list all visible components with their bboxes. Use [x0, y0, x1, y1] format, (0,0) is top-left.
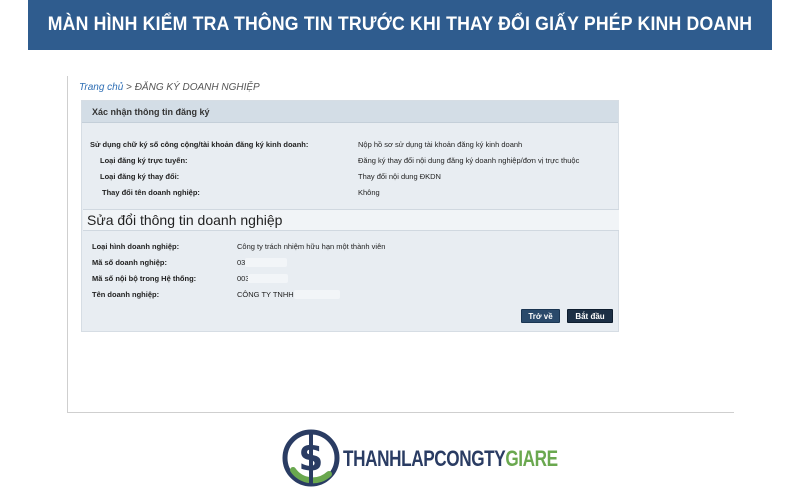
breadcrumb: Trang chủ > ĐĂNG KÝ DOANH NGHIỆP	[79, 82, 260, 93]
back-button[interactable]: Trở về	[521, 309, 560, 323]
breadcrumb-home-link[interactable]: Trang chủ	[79, 82, 123, 93]
start-button[interactable]: Bắt đầu	[567, 309, 613, 323]
row-value: Thay đổi nội dung ĐKDN	[358, 172, 441, 181]
row-label: Thay đổi tên doanh nghiệp:	[102, 188, 200, 197]
redaction-mark	[294, 290, 340, 299]
row-label: Mã số nội bộ trong Hệ thống:	[92, 274, 197, 283]
row-label: Mã số doanh nghiệp:	[92, 258, 167, 267]
redaction-mark	[248, 274, 288, 283]
row-label: Loại đăng ký trực tuyến:	[100, 156, 188, 165]
row-label: Loại hình doanh nghiệp:	[92, 242, 180, 251]
redaction-mark	[245, 258, 287, 267]
page-banner: MÀN HÌNH KIỂM TRA THÔNG TIN TRƯỚC KHI TH…	[28, 0, 772, 50]
brand-name-green: GIARE	[505, 446, 558, 471]
row-label: Loại đăng ký thay đổi:	[100, 172, 180, 181]
row-value: Đăng ký thay đổi nội dung đăng ký doanh …	[358, 156, 580, 165]
row-label: Sử dụng chữ ký số công cộng/tài khoản đă…	[90, 140, 309, 149]
confirm-section-header: Xác nhận thông tin đăng ký	[82, 101, 618, 123]
row-value: Công ty trách nhiệm hữu hạn một thành vi…	[237, 242, 386, 251]
registration-panel: Xác nhận thông tin đăng ký Sử dụng chữ k…	[81, 100, 619, 332]
row-value: Nộp hồ sơ sử dụng tài khoản đăng ký kinh…	[358, 140, 523, 149]
brand-name-dark: THANHLAPCONGTY	[343, 446, 506, 471]
dollar-coin-icon: S	[282, 429, 340, 487]
row-value: Không	[358, 188, 380, 197]
brand-name: THANHLAPCONGTYGIARE	[343, 446, 558, 472]
breadcrumb-current: ĐĂNG KÝ DOANH NGHIỆP	[134, 82, 260, 93]
edit-section-title: Sửa đổi thông tin doanh nghiệp	[83, 209, 619, 231]
row-label: Tên doanh nghiệp:	[92, 290, 160, 299]
banner-title: MÀN HÌNH KIỂM TRA THÔNG TIN TRƯỚC KHI TH…	[47, 14, 753, 35]
row-value: CÔNG TY TNHH	[237, 290, 294, 299]
breadcrumb-separator: >	[123, 82, 135, 93]
